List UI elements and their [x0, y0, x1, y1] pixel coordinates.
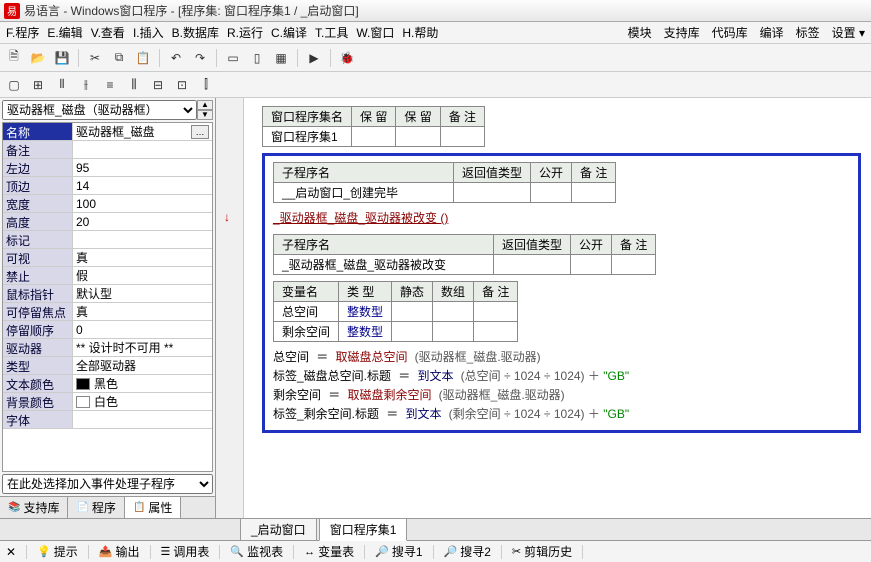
prop-row-名称[interactable]: 名称驱动器框_磁盘… — [3, 123, 212, 141]
status-变量表[interactable]: ↔ 变量表 — [304, 543, 354, 560]
toolbar-main: 🗎 📂 💾 ✂ ⧉ 📋 ↶ ↷ ▭ ▯ ▦ ▶ 🐞 — [0, 44, 871, 72]
left-tab-程序[interactable]: 📄程序 — [68, 497, 124, 518]
status-监视表[interactable]: 🔍 监视表 — [230, 543, 283, 560]
status-提示[interactable]: 💡 提示 — [37, 543, 78, 560]
editor-tab-窗口程序集1[interactable]: 窗口程序集1 — [319, 518, 408, 541]
code-editor[interactable]: ↓ 窗口程序集名保 留保 留备 注 窗口程序集1 子程序名返回值类型公开备 注 … — [216, 98, 871, 518]
window2-icon[interactable]: ▯ — [247, 48, 267, 68]
prop-row-高度[interactable]: 高度20 — [3, 213, 212, 231]
status-剪辑历史[interactable]: ✂ 剪辑历史 — [512, 543, 572, 560]
code-line-4[interactable]: 标签_剩余空间.标题 ＝ 到文本 (剩余空间 ÷ 1024 ÷ 1024) ＋ … — [273, 405, 850, 422]
prop-row- 停留顺序[interactable]: 停留顺序0 — [3, 321, 212, 339]
run-icon[interactable]: ▶ — [304, 48, 324, 68]
toolbar-align: ▢ ⊞ ⫴ ⫲ ≡ ⫼ ⊟ ⊡ ⫿ — [0, 72, 871, 98]
align9-icon[interactable]: ⫿ — [196, 75, 216, 95]
menu-window[interactable]: W.窗口 — [356, 24, 394, 41]
status-搜寻2[interactable]: 🔎 搜寻2 — [444, 543, 491, 560]
align6-icon[interactable]: ⫼ — [124, 75, 144, 95]
menu-support-lib[interactable]: 支持库 — [664, 24, 700, 41]
align5-icon[interactable]: ≡ — [100, 75, 120, 95]
program-set-table: 窗口程序集名保 留保 留备 注 窗口程序集1 — [262, 106, 485, 147]
undo-icon[interactable]: ↶ — [166, 48, 186, 68]
menu-insert[interactable]: I.插入 — [133, 24, 164, 41]
save-icon[interactable]: 💾 — [52, 48, 72, 68]
menu-program[interactable]: F.程序 — [6, 24, 39, 41]
window1-icon[interactable]: ▭ — [223, 48, 243, 68]
prop-row-备注[interactable]: 备注 — [3, 141, 212, 159]
menu-compile[interactable]: C.编译 — [271, 24, 307, 41]
prop-row-驱动器[interactable]: 驱动器** 设计时不可用 ** — [3, 339, 212, 357]
left-panel-tabs: 📚支持库📄程序📋属性 — [0, 496, 215, 518]
prop-row-禁止[interactable]: 禁止假 — [3, 267, 212, 285]
prop-row-宽度[interactable]: 宽度100 — [3, 195, 212, 213]
code-block: 子程序名返回值类型公开备 注 __启动窗口_创建完毕 _驱动器框_磁盘_驱动器被… — [262, 153, 861, 433]
menu-database[interactable]: B.数据库 — [172, 24, 219, 41]
event-select[interactable]: 在此处选择加入事件处理子程序 — [2, 474, 213, 494]
prop-row-字体[interactable]: 字体 — [3, 411, 212, 429]
copy-icon[interactable]: ⧉ — [109, 48, 129, 68]
code-line-3[interactable]: 剩余空间 ＝ 取磁盘剩余空间 (驱动器框_磁盘.驱动器) — [273, 386, 850, 403]
status-搜寻1[interactable]: 🔎 搜寻1 — [375, 543, 422, 560]
menu-tags[interactable]: 标签 — [796, 24, 820, 41]
cut-icon[interactable]: ✂ — [85, 48, 105, 68]
window-title: 易语言 - Windows窗口程序 - [程序集: 窗口程序集1 / _启动窗口… — [24, 2, 359, 19]
prop-row-背景颜色[interactable]: 背景颜色白色 — [3, 393, 212, 411]
statusbar: ✕ 💡 提示 📤 输出 ☰ 调用表 🔍 监视表 ↔ 变量表 🔎 搜寻1 🔎 搜寻2 ✂ 剪辑历… — [0, 540, 871, 562]
menu-module[interactable]: 模块 — [628, 24, 652, 41]
new-icon[interactable]: 🗎 — [4, 48, 24, 68]
combo-down-icon[interactable]: ▼ — [197, 110, 213, 120]
subroutine1-table: 子程序名返回值类型公开备 注 __启动窗口_创建完毕 — [273, 162, 616, 203]
prop-row-标记[interactable]: 标记 — [3, 231, 212, 249]
menu-edit[interactable]: E.编辑 — [47, 24, 82, 41]
align4-icon[interactable]: ⫲ — [76, 75, 96, 95]
redo-icon[interactable]: ↷ — [190, 48, 210, 68]
app-icon: 易 — [4, 3, 20, 19]
variables-table: 变量名类 型静态数组备 注 总空间整数型剩余空间整数型 — [273, 281, 518, 342]
prop-row-鼠标指针[interactable]: 鼠标指针默认型 — [3, 285, 212, 303]
prop-more-button[interactable]: … — [191, 125, 209, 139]
menu-code-lib[interactable]: 代码库 — [712, 24, 748, 41]
editor-gutter: ↓ — [216, 98, 244, 518]
prop-row-左边[interactable]: 左边95 — [3, 159, 212, 177]
menu-compile2[interactable]: 编译 — [760, 24, 784, 41]
left-tab-支持库[interactable]: 📚支持库 — [0, 497, 68, 518]
menu-help[interactable]: H.帮助 — [402, 24, 438, 41]
property-grid[interactable]: 名称驱动器框_磁盘…备注左边95顶边14宽度100高度20标记可视真禁止假鼠标指… — [2, 122, 213, 472]
align7-icon[interactable]: ⊟ — [148, 75, 168, 95]
menu-view[interactable]: V.查看 — [91, 24, 125, 41]
status-输出[interactable]: 📤 输出 — [99, 543, 140, 560]
prop-row-顶边[interactable]: 顶边14 — [3, 177, 212, 195]
menu-run[interactable]: R.运行 — [227, 24, 263, 41]
open-icon[interactable]: 📂 — [28, 48, 48, 68]
menu-settings[interactable]: 设置 ▾ — [832, 24, 865, 41]
align2-icon[interactable]: ⊞ — [28, 75, 48, 95]
menu-tools[interactable]: T.工具 — [315, 24, 348, 41]
prop-row-可视[interactable]: 可视真 — [3, 249, 212, 267]
prop-row-类型[interactable]: 类型全部驱动器 — [3, 357, 212, 375]
subroutine2-table: 子程序名返回值类型公开备 注 _驱动器框_磁盘_驱动器被改变 — [273, 234, 656, 275]
editor-tabs: _启动窗口窗口程序集1 — [0, 518, 871, 540]
status-调用表[interactable]: ☰ 调用表 — [161, 543, 210, 560]
window-titlebar: 易 易语言 - Windows窗口程序 - [程序集: 窗口程序集1 / _启动… — [0, 0, 871, 22]
left-tab-属性[interactable]: 📋属性 — [125, 497, 181, 518]
paste-icon[interactable]: 📋 — [133, 48, 153, 68]
prop-row-可停留焦点[interactable]: 可停留焦点真 — [3, 303, 212, 321]
align8-icon[interactable]: ⊡ — [172, 75, 192, 95]
property-panel: 驱动器框_磁盘（驱动器框） ▲ ▼ 名称驱动器框_磁盘…备注左边95顶边14宽度… — [0, 98, 216, 518]
align1-icon[interactable]: ▢ — [4, 75, 24, 95]
align3-icon[interactable]: ⫴ — [52, 75, 72, 95]
current-line-arrow-icon: ↓ — [224, 210, 230, 224]
menubar: F.程序 E.编辑 V.查看 I.插入 B.数据库 R.运行 C.编译 T.工具… — [0, 22, 871, 44]
window3-icon[interactable]: ▦ — [271, 48, 291, 68]
editor-tab-_启动窗口[interactable]: _启动窗口 — [240, 518, 317, 541]
component-select[interactable]: 驱动器框_磁盘（驱动器框） — [2, 100, 197, 120]
debug-icon[interactable]: 🐞 — [337, 48, 357, 68]
combo-up-icon[interactable]: ▲ — [197, 100, 213, 110]
prop-row-文本颜色[interactable]: 文本颜色黑色 — [3, 375, 212, 393]
code-line-2[interactable]: 标签_磁盘总空间.标题 ＝ 到文本 (总空间 ÷ 1024 ÷ 1024) ＋ … — [273, 367, 850, 384]
code-line-1[interactable]: 总空间 ＝ 取磁盘总空间 (驱动器框_磁盘.驱动器) — [273, 348, 850, 365]
status-close-icon[interactable]: ✕ — [6, 545, 16, 559]
